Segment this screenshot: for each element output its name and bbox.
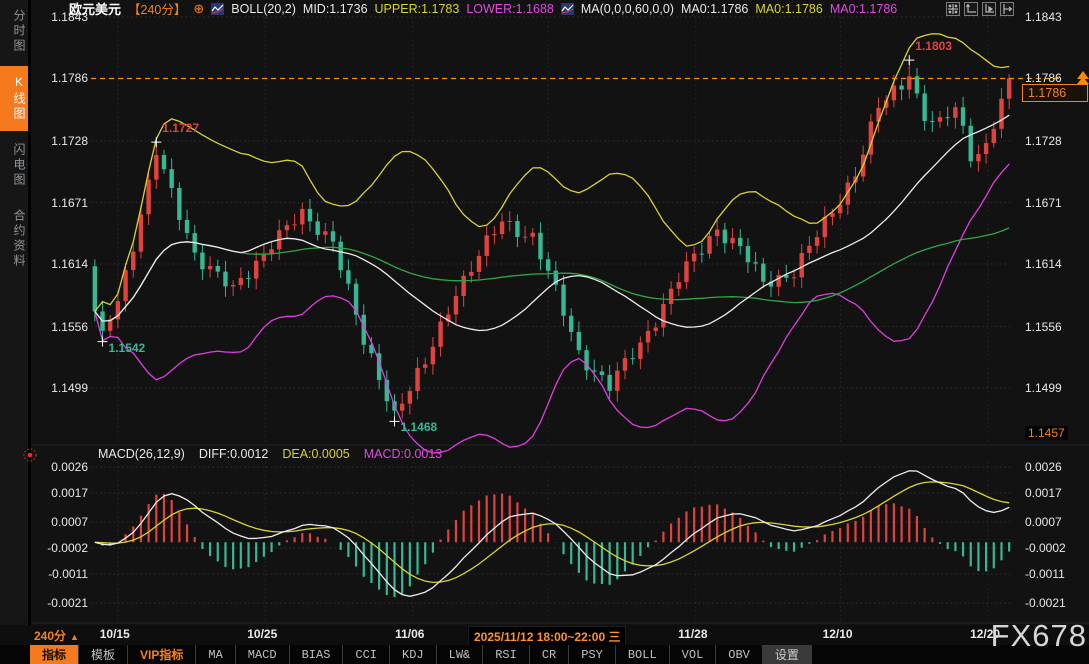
macd-title: MACD(26,12,9) xyxy=(98,447,185,461)
boll-mid-value: MID:1.1736 xyxy=(303,2,368,16)
price-chart-canvas[interactable] xyxy=(3,0,1089,625)
date-label-11/28: 11/28 xyxy=(648,627,738,641)
macd-diff-value: DIFF:0.0012 xyxy=(199,447,268,461)
candles-layer xyxy=(93,60,1012,421)
highlighted-date-label: 2025/11/12 18:00~22:00 三 xyxy=(468,626,626,647)
pan-right-icon[interactable] xyxy=(1000,2,1014,16)
symbol-name: 欧元美元 xyxy=(69,0,121,18)
toolbar-tab-PSY[interactable]: PSY xyxy=(569,645,616,664)
macd-axis-label-left: 0.0026 xyxy=(43,460,88,474)
y-axis-scale-icon[interactable] xyxy=(964,2,978,16)
toolbar-tab-RSI[interactable]: RSI xyxy=(483,645,530,664)
current-price-box: 1.1786 xyxy=(1022,84,1088,102)
price-axis-label-left: 1.1499 xyxy=(43,381,88,395)
date-label-12/10: 12/10 xyxy=(793,627,883,641)
grid-layer xyxy=(31,17,1089,623)
toolbar-tab-LW&[interactable]: LW& xyxy=(437,645,484,664)
indicator-toolbar: 指标模板VIP指标MAMACDBIASCCIKDJLW&RSICRPSYBOLL… xyxy=(0,645,1089,664)
macd-layer xyxy=(95,471,1009,597)
macd-axis-label-right: 0.0007 xyxy=(1025,515,1087,529)
date-label-11/06: 11/06 xyxy=(365,627,455,641)
macd-axis-label-right: -0.0021 xyxy=(1025,596,1087,610)
toolbar-tab-CCI[interactable]: CCI xyxy=(343,645,390,664)
price-axis-label-right: 1.1671 xyxy=(1025,196,1087,210)
macd-axis-label-left: 0.0007 xyxy=(43,515,88,529)
toolbar-tab-VIP指标[interactable]: VIP指标 xyxy=(128,645,196,664)
price-axis-label-left: 1.1614 xyxy=(43,257,88,271)
ma0-value-2: MA0:1.1786 xyxy=(755,2,822,16)
period-label: 【240分】 xyxy=(128,0,186,18)
macd-axis-label-right: 0.0017 xyxy=(1025,486,1087,500)
price-axis-label-right: 1.1843 xyxy=(1025,10,1087,24)
macd-axis-label-left: 0.0017 xyxy=(43,486,88,500)
period-selector-label: 240分 xyxy=(34,629,66,643)
toolbar-tab-MACD[interactable]: MACD xyxy=(236,645,290,664)
macd-macd-value: MACD:0.0013 xyxy=(364,447,443,461)
toolbar-tab-MA[interactable]: MA xyxy=(196,645,235,664)
date-label-10/25: 10/25 xyxy=(217,627,307,641)
toolbar-tab-VOL[interactable]: VOL xyxy=(670,645,717,664)
price-axis-label-left: 1.1728 xyxy=(43,134,88,148)
toolbar-tab-指标[interactable]: 指标 xyxy=(30,645,79,664)
current-price-value: 1.1786 xyxy=(1028,86,1066,100)
toolbar-tab-BOLL[interactable]: BOLL xyxy=(616,645,670,664)
chart-area[interactable]: 欧元美元 【240分】 ⊕ BOLL(20,2) MID:1.1736 UPPE… xyxy=(28,0,1089,625)
ma-label: MA(0,0,0,60,0,0) xyxy=(581,2,674,16)
price-axis-min-label: 1.1457 xyxy=(1025,426,1068,440)
watermark: FX678 xyxy=(991,618,1087,654)
extreme-price-label: 1.1468 xyxy=(400,420,437,434)
toolbar-tab-CR[interactable]: CR xyxy=(530,645,569,664)
macd-axis-label-left: -0.0011 xyxy=(43,567,88,581)
ma-indicator-icon xyxy=(561,3,574,15)
macd-axis-label-right: -0.0002 xyxy=(1025,541,1087,555)
boll-indicator-icon xyxy=(211,3,224,15)
toolbar-tab-BIAS[interactable]: BIAS xyxy=(290,645,344,664)
macd-axis-label-right: 0.0026 xyxy=(1025,460,1087,474)
macd-axis-label-left: -0.0021 xyxy=(43,596,88,610)
extreme-price-label: 1.1542 xyxy=(109,341,146,355)
price-axis-label-left: 1.1786 xyxy=(43,71,88,85)
macd-header: MACD(26,12,9) DIFF:0.0012 DEA:0.0005 MAC… xyxy=(98,447,442,461)
alert-dot-icon xyxy=(22,447,38,463)
ma-lines-layer xyxy=(95,34,1009,453)
ma0-value-1: MA0:1.1786 xyxy=(681,2,748,16)
crosshair-tool-icon[interactable] xyxy=(946,2,960,16)
marker-layer xyxy=(98,55,915,426)
price-axis-label-right: 1.1499 xyxy=(1025,381,1087,395)
compare-icon[interactable]: ⊕ xyxy=(193,3,204,14)
price-axis-label-left: 1.1671 xyxy=(43,196,88,210)
toolbar-tab-OBV[interactable]: OBV xyxy=(716,645,763,664)
time-axis-row: 240分▲ 2025/11/12 18:00~22:00 三 10/1510/2… xyxy=(0,625,1089,645)
price-axis-label-left: 1.1556 xyxy=(43,320,88,334)
boll-lower-value: LOWER:1.1688 xyxy=(466,2,554,16)
chart-header: 欧元美元 【240分】 ⊕ BOLL(20,2) MID:1.1736 UPPE… xyxy=(69,1,897,16)
boll-label: BOLL(20,2) xyxy=(231,2,296,16)
extreme-price-label: 1.1727 xyxy=(162,121,199,135)
macd-dea-value: DEA:0.0005 xyxy=(282,447,349,461)
macd-axis-label-left: -0.0002 xyxy=(43,541,88,555)
toolbar-tab-模板[interactable]: 模板 xyxy=(79,645,128,664)
macd-axis-label-right: -0.0011 xyxy=(1025,567,1087,581)
ma0-value-3: MA0:1.1786 xyxy=(830,2,897,16)
toolbar-tab-设置[interactable]: 设置 xyxy=(763,645,812,664)
price-axis-label-right: 1.1556 xyxy=(1025,320,1087,334)
price-axis-label-right: 1.1728 xyxy=(1025,134,1087,148)
price-axis-label-right: 1.1614 xyxy=(1025,257,1087,271)
extreme-price-label: 1.1803 xyxy=(915,39,952,53)
x-axis-scale-icon[interactable] xyxy=(982,2,996,16)
chart-tools xyxy=(946,2,1014,16)
boll-upper-value: UPPER:1.1783 xyxy=(375,2,460,16)
trading-app: 分时图K线图闪电图合约资料 欧元美元 【240分】 ⊕ BOLL(20,2) M… xyxy=(0,0,1089,664)
date-label-10/15: 10/15 xyxy=(70,627,160,641)
toolbar-tab-KDJ[interactable]: KDJ xyxy=(390,645,437,664)
